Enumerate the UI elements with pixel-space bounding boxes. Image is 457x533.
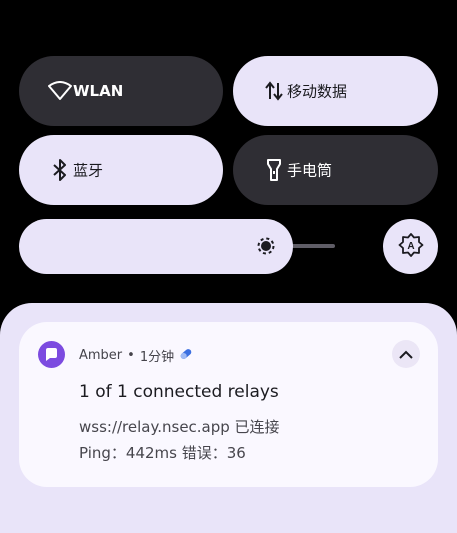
tile-flashlight[interactable]: 手电筒: [233, 135, 438, 205]
flashlight-icon: [261, 157, 287, 183]
brightness-slider[interactable]: [19, 219, 293, 274]
notification-time: 1分钟: [139, 350, 175, 365]
notification-collapse-button[interactable]: [392, 340, 420, 368]
notification-title: 1 of 1 connected relays: [79, 382, 279, 402]
notification-header: Amber • 1分钟: [79, 346, 193, 365]
auto-brightness-icon: A: [398, 232, 424, 262]
svg-text:A: A: [407, 241, 414, 252]
tile-bluetooth-label: 蓝牙: [73, 161, 104, 180]
brightness-icon: [254, 234, 278, 258]
tile-mobile-data[interactable]: 移动数据: [233, 56, 438, 126]
mobile-data-icon: [261, 78, 287, 104]
auto-brightness-button[interactable]: A: [383, 219, 438, 274]
wifi-icon: [47, 78, 73, 104]
tile-wlan-label: WLAN: [73, 82, 124, 100]
notification-relay-status: wss://relay.nsec.app 已连接: [79, 418, 280, 436]
tile-flashlight-label: 手电筒: [287, 161, 333, 180]
notification-app-name: Amber: [79, 348, 123, 363]
tile-bluetooth[interactable]: 蓝牙: [19, 135, 223, 205]
bluetooth-icon: [47, 157, 73, 183]
tile-mobile-data-label: 移动数据: [287, 82, 348, 101]
amber-app-icon: [38, 341, 65, 368]
chevron-up-icon: [398, 345, 414, 364]
notification-ping-stats: Ping：442ms 错误：36: [79, 444, 246, 462]
pill-icon: [179, 347, 193, 365]
notification-separator: •: [127, 348, 135, 363]
tile-wlan[interactable]: WLAN: [19, 56, 223, 126]
